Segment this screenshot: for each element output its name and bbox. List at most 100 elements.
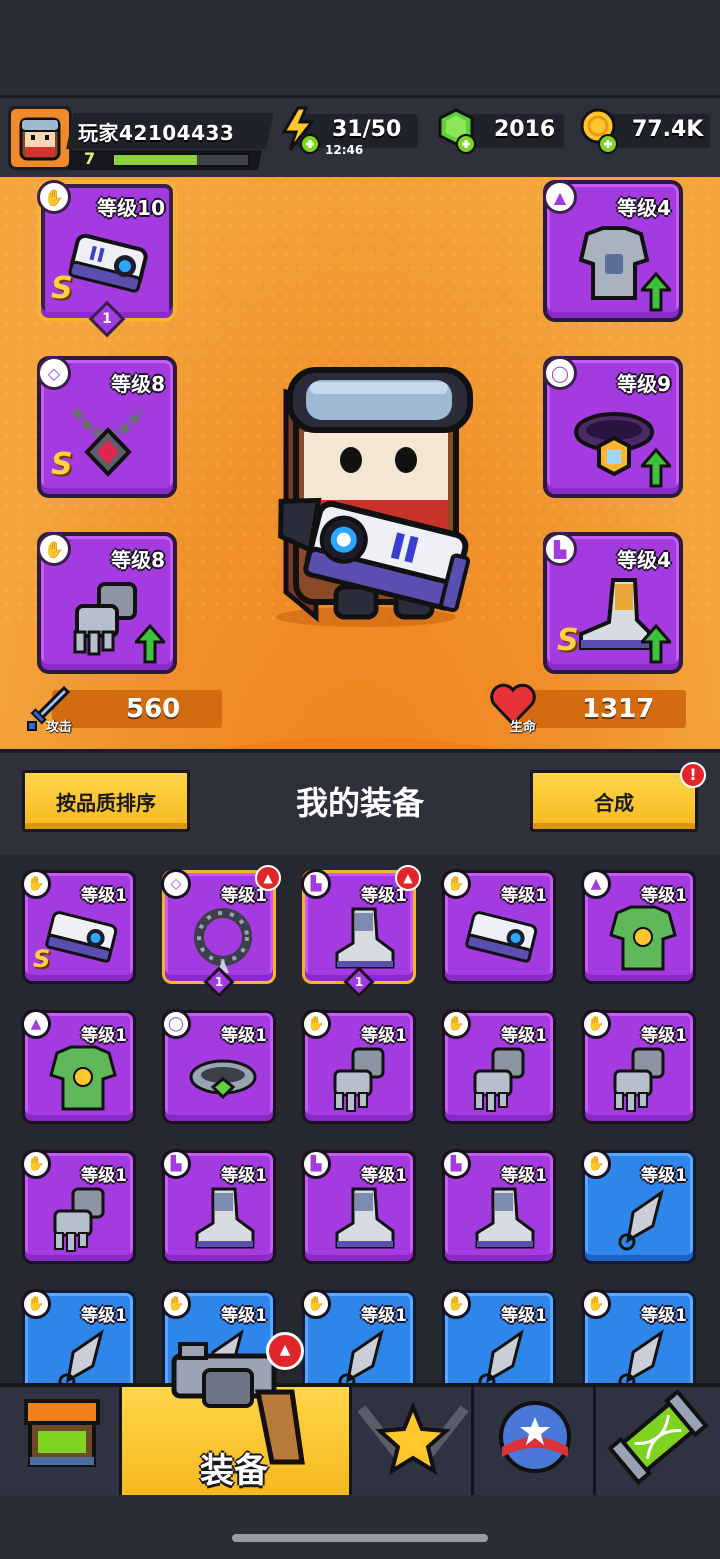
inventory-item[interactable]: ✋ 等级1 [21, 1149, 136, 1264]
hero-floor [0, 737, 720, 749]
sort-by-quality-button[interactable]: 按品质排序 [22, 770, 190, 832]
armor-item-icon [609, 905, 677, 971]
nav-equipment-label: 装备 [200, 1451, 268, 1491]
equipped-weapon-slot[interactable]: ✋ 等级10 S 1 [37, 180, 177, 338]
gloves-type-icon: ✋ [37, 532, 71, 566]
equipped-marker-icon: ▲ [395, 865, 421, 891]
boots-type-icon: ▙ [301, 1149, 331, 1179]
equipped-necklace-slot[interactable]: ◇ 等级8 S [37, 356, 177, 498]
equipped-boots-slot[interactable]: ▙ 等级4 S [543, 532, 683, 674]
nav-tab-shop[interactable] [0, 1387, 122, 1495]
equipped-marker-icon: ▲ [255, 865, 281, 891]
gems-value: 2016 [494, 117, 556, 142]
nav-tab-lab[interactable] [596, 1387, 720, 1495]
upgrade-arrow-icon [641, 448, 671, 488]
gloves-type-icon: ✋ [301, 1009, 331, 1039]
boots-item-icon [335, 1187, 395, 1249]
weapon-type-icon: ✋ [581, 1289, 611, 1319]
nav-tab-talents[interactable] [474, 1387, 596, 1495]
equipment-alert-badge: ▲ [266, 1332, 304, 1370]
weapon-item-icon [45, 911, 118, 963]
ring-item-icon [189, 1059, 257, 1100]
attack-value: 560 [126, 694, 181, 724]
inventory-item[interactable]: ✋ 等级1 S [21, 869, 136, 984]
necklace-type-icon: ◇ [161, 869, 191, 899]
boots-type-icon: ▙ [301, 869, 331, 899]
ring-type-icon: ◯ [161, 1009, 191, 1039]
status-bar-area [0, 0, 720, 95]
weapon-type-icon: ✋ [581, 1149, 611, 1179]
gloves-item-icon [613, 1047, 665, 1112]
shop-icon [24, 1399, 100, 1467]
gloves-item-icon [53, 1187, 105, 1252]
my-equipment-title: 我的装备 [295, 784, 424, 822]
boots-type-icon: ▙ [161, 1149, 191, 1179]
gloves-type-icon: ✋ [21, 1149, 51, 1179]
hp-value: 1317 [582, 694, 655, 724]
ring-type-icon: ◯ [543, 356, 577, 390]
weapon-item-icon [618, 1189, 664, 1251]
boots-type-icon: ▙ [543, 532, 577, 566]
rank-s-badge: S [557, 623, 579, 658]
upgrade-arrow-icon [641, 624, 671, 664]
boots-item-icon [335, 907, 395, 969]
equipped-gloves-slot[interactable]: ✋ 等级8 [37, 532, 177, 674]
inventory-item[interactable]: ▙ 等级1 [441, 1149, 556, 1264]
chain-necklace-icon [71, 407, 145, 477]
gloves-item-icon [473, 1047, 525, 1112]
energy-value: 31/50 [332, 117, 402, 142]
rank-s-badge: S [51, 271, 73, 306]
rank-s-badge: S [33, 945, 51, 973]
boots-item-icon [475, 1187, 535, 1249]
inventory-item[interactable]: ▙ 等级1 ▲ 1 [301, 865, 421, 998]
inventory-item[interactable]: ◯ 等级1 [161, 1009, 276, 1124]
armor-item-icon [49, 1045, 117, 1111]
inventory-item[interactable]: ▲ 等级1 [21, 1009, 136, 1124]
attack-label: 攻击 [46, 720, 73, 735]
inventory-item[interactable]: ✋ 等级1 [301, 1009, 416, 1124]
slot-level: 等级8 [111, 372, 165, 396]
inventory-item[interactable]: ✋ 等级1 [581, 1009, 696, 1124]
weapon-type-icon: ✋ [301, 1289, 331, 1319]
hero-character[interactable] [246, 362, 486, 632]
equipped-ring-slot[interactable]: ◯ 等级9 [543, 356, 683, 498]
upgrade-arrow-icon [135, 624, 165, 664]
inventory-item[interactable]: ▙ 等级1 [301, 1149, 416, 1264]
weapon-type-icon: ✋ [161, 1289, 191, 1319]
gloves-type-icon: ✋ [581, 1009, 611, 1039]
coins-value: 77.4K [632, 117, 704, 142]
boots-type-icon: ▙ [441, 1149, 471, 1179]
laser-gun-icon [68, 233, 148, 293]
star-ball-icon [499, 1401, 571, 1473]
inventory-item[interactable]: ▲ 等级1 [581, 869, 696, 984]
xp-bar-fill [114, 155, 198, 165]
nav-tab-battle[interactable] [352, 1387, 474, 1495]
inventory-item[interactable]: ✋ 等级1 [581, 1149, 696, 1264]
inventory-item[interactable]: ▙ 等级1 [161, 1149, 276, 1264]
inventory-item[interactable]: ✋ 等级1 [441, 869, 556, 984]
equipped-armor-slot[interactable]: ▲ 等级4 [543, 180, 683, 322]
weapon-type-icon: ✋ [21, 869, 51, 899]
player-level: 7 [84, 149, 96, 168]
player-avatar[interactable] [8, 106, 72, 170]
weapon-type-icon: ✋ [441, 1289, 471, 1319]
avatar-face-icon [15, 113, 65, 163]
slot-level: 等级8 [111, 548, 165, 572]
rank-s-badge: S [51, 447, 73, 482]
necklace-type-icon: ◇ [37, 356, 71, 390]
home-indicator[interactable] [232, 1534, 488, 1542]
slot-level: 等级9 [617, 372, 671, 396]
upgrade-arrow-icon [641, 272, 671, 312]
gold-coin-icon [578, 106, 622, 154]
green-gem-icon [436, 106, 480, 154]
merge-alert-badge: ! [680, 762, 706, 788]
merge-button[interactable]: 合成 [530, 770, 698, 832]
weapon-type-icon: ✋ [441, 869, 471, 899]
hp-label: 生命 [510, 720, 537, 735]
armor-type-icon: ▲ [581, 869, 611, 899]
boots-item-icon [195, 1187, 255, 1249]
armor-type-icon: ▲ [21, 1009, 51, 1039]
slot-level: 等级4 [617, 548, 671, 572]
inventory-item[interactable]: ✋ 等级1 [441, 1009, 556, 1124]
inventory-item[interactable]: ◇ 等级1 ▲ 1 [161, 865, 281, 998]
